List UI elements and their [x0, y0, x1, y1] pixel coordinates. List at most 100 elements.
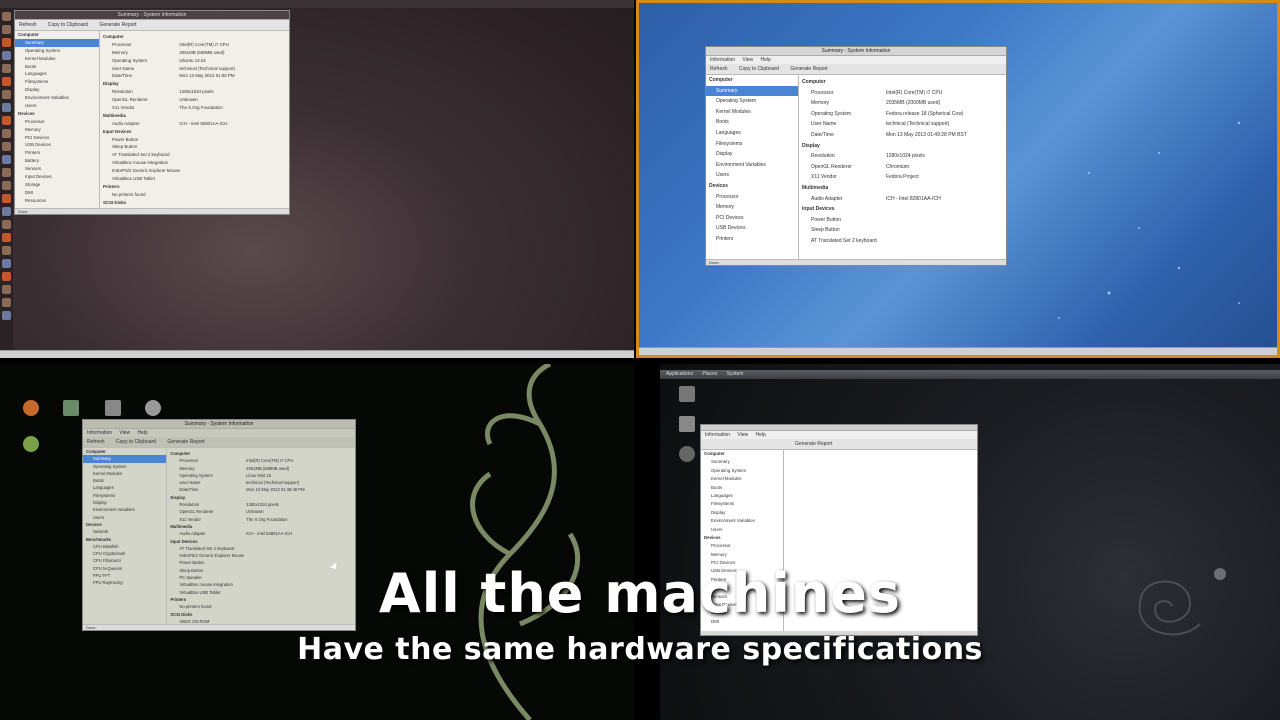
tree-item[interactable]: Boots — [706, 117, 798, 128]
desktop-icon-computer[interactable] — [676, 386, 698, 404]
tree-group[interactable]: Computer — [706, 75, 798, 86]
generate-report-button[interactable]: Generate Report — [795, 441, 832, 447]
tree-item[interactable]: Languages — [15, 70, 99, 78]
desktop-icon-firefox[interactable] — [20, 400, 42, 418]
tree-item[interactable]: Sensors — [15, 165, 99, 173]
tree-group[interactable]: Devices — [701, 534, 783, 542]
tree-item[interactable]: Printers — [15, 149, 99, 157]
tree-item[interactable]: Processor — [701, 542, 783, 550]
tree-item[interactable]: PCI Devices — [706, 213, 798, 224]
tree-item[interactable]: Input Devices — [15, 173, 99, 181]
tree-item[interactable]: Resources — [15, 197, 99, 205]
tree-item[interactable]: Summary — [706, 85, 798, 97]
tree-item[interactable]: PCI Devices — [15, 134, 99, 142]
tree-item[interactable]: Summary — [15, 38, 99, 47]
menu-information[interactable]: Information — [710, 57, 735, 63]
tree-item[interactable]: Memory — [706, 202, 798, 213]
generate-report-button[interactable]: Generate Report — [167, 439, 204, 445]
tree-item[interactable]: Memory — [701, 551, 783, 559]
tree-item[interactable]: Kernel Modules — [701, 475, 783, 483]
tree-item[interactable]: USB Devices — [706, 223, 798, 234]
tree-item[interactable]: Languages — [701, 492, 783, 500]
menu-help[interactable]: Help — [756, 432, 766, 438]
tree-group[interactable]: Devices — [15, 110, 99, 118]
desktop-icon-trash[interactable] — [676, 446, 698, 464]
refresh-button[interactable]: Refresh — [87, 439, 105, 445]
desktop-icon-home[interactable] — [60, 400, 82, 418]
sysinfo-window-ubuntu[interactable]: Summary - System Information Refresh Cop… — [14, 10, 290, 215]
tree-item[interactable]: Environment Variables — [15, 94, 99, 102]
category-tree[interactable]: Computer Summary Operating System Kernel Mo… — [15, 31, 100, 208]
tree-item[interactable]: Storage — [15, 181, 99, 189]
tree-group[interactable]: Benchmarks — [83, 536, 166, 543]
tree-item[interactable]: Filesystems — [83, 492, 166, 499]
tree-item[interactable]: Environment Variables — [701, 517, 783, 525]
tree-item[interactable]: Users — [706, 170, 798, 181]
tree-item[interactable]: Processor — [706, 192, 798, 203]
tree-item[interactable]: Printers — [706, 234, 798, 245]
refresh-button[interactable]: Refresh — [710, 66, 728, 72]
sysinfo-window-fedora[interactable]: Summary - System Information Information… — [705, 46, 1007, 266]
tree-group[interactable]: Devices — [83, 521, 166, 528]
menu-applications[interactable]: Applications — [666, 371, 693, 377]
tree-item[interactable]: Environment Variables — [83, 506, 166, 513]
tree-group[interactable]: Computer — [83, 448, 166, 455]
copy-clipboard-button[interactable]: Copy to Clipboard — [739, 66, 779, 72]
tree-item[interactable]: Operating System — [83, 463, 166, 470]
tree-item[interactable]: Operating System — [15, 47, 99, 55]
tree-item[interactable]: Environment Variables — [706, 160, 798, 171]
category-tree[interactable]: Computer Summary Operating System Kernel Mo… — [706, 75, 799, 259]
tree-item[interactable]: Summary — [83, 455, 167, 463]
copy-clipboard-button[interactable]: Copy to Clipboard — [48, 22, 88, 28]
tree-item[interactable]: CPU Blowfish — [83, 543, 166, 550]
menu-view[interactable]: View — [119, 430, 130, 436]
tree-item[interactable]: Battery — [15, 157, 99, 165]
tree-item[interactable]: DMI — [15, 189, 99, 197]
tree-item[interactable]: Memory — [15, 126, 99, 134]
tree-group[interactable]: Computer — [701, 450, 783, 458]
tree-group[interactable]: Computer — [15, 31, 99, 39]
tree-item[interactable]: Summary — [701, 458, 783, 466]
generate-report-button[interactable]: Generate Report — [99, 22, 136, 28]
menu-help[interactable]: Help — [761, 57, 771, 63]
menu-system[interactable]: System — [727, 371, 744, 377]
desktop-icon-home[interactable] — [676, 416, 698, 434]
tree-item[interactable]: Kernel Modules — [15, 55, 99, 63]
tree-item[interactable]: Users — [83, 514, 166, 521]
menu-information[interactable]: Information — [705, 432, 730, 438]
generate-report-button[interactable]: Generate Report — [790, 66, 827, 72]
tree-item[interactable]: Kernel Modules — [706, 107, 798, 118]
desktop-icon-computer[interactable] — [102, 400, 124, 418]
tree-item[interactable]: Boots — [83, 477, 166, 484]
tree-item[interactable]: Users — [15, 102, 99, 110]
tree-item[interactable]: Processor — [15, 118, 99, 126]
menu-information[interactable]: Information — [87, 430, 112, 436]
menu-view[interactable]: View — [737, 432, 748, 438]
tree-group[interactable]: Devices — [706, 181, 798, 192]
menu-view[interactable]: View — [742, 57, 753, 63]
tree-item[interactable]: Boots — [15, 63, 99, 71]
menu-help[interactable]: Help — [138, 430, 148, 436]
tree-item[interactable]: Languages — [83, 484, 166, 491]
tree-item[interactable]: Operating System — [706, 96, 798, 107]
desktop-icon-trash[interactable] — [142, 400, 164, 418]
tree-item[interactable]: Filesystems — [15, 78, 99, 86]
tree-item[interactable]: Filesystems — [706, 139, 798, 150]
ubuntu-launcher[interactable] — [0, 8, 13, 358]
tree-item[interactable]: Filesystems — [701, 500, 783, 508]
tree-item[interactable]: Languages — [706, 128, 798, 139]
tree-item[interactable]: Display — [701, 509, 783, 517]
tree-item[interactable]: Users — [701, 526, 783, 534]
tree-item[interactable]: Display — [706, 149, 798, 160]
tree-item[interactable]: Operating System — [701, 467, 783, 475]
desktop-icon-mint[interactable] — [20, 436, 42, 454]
tree-item[interactable]: USB Devices — [15, 141, 99, 149]
copy-clipboard-button[interactable]: Copy to Clipboard — [116, 439, 156, 445]
tree-item[interactable]: Kernel Modules — [83, 470, 166, 477]
tree-item[interactable]: CPU CryptoHash — [83, 550, 166, 557]
menu-places[interactable]: Places — [702, 371, 717, 377]
tree-item[interactable]: Boots — [701, 484, 783, 492]
tree-item[interactable]: Display — [15, 86, 99, 94]
tree-item[interactable]: Display — [83, 499, 166, 506]
refresh-button[interactable]: Refresh — [19, 22, 37, 28]
